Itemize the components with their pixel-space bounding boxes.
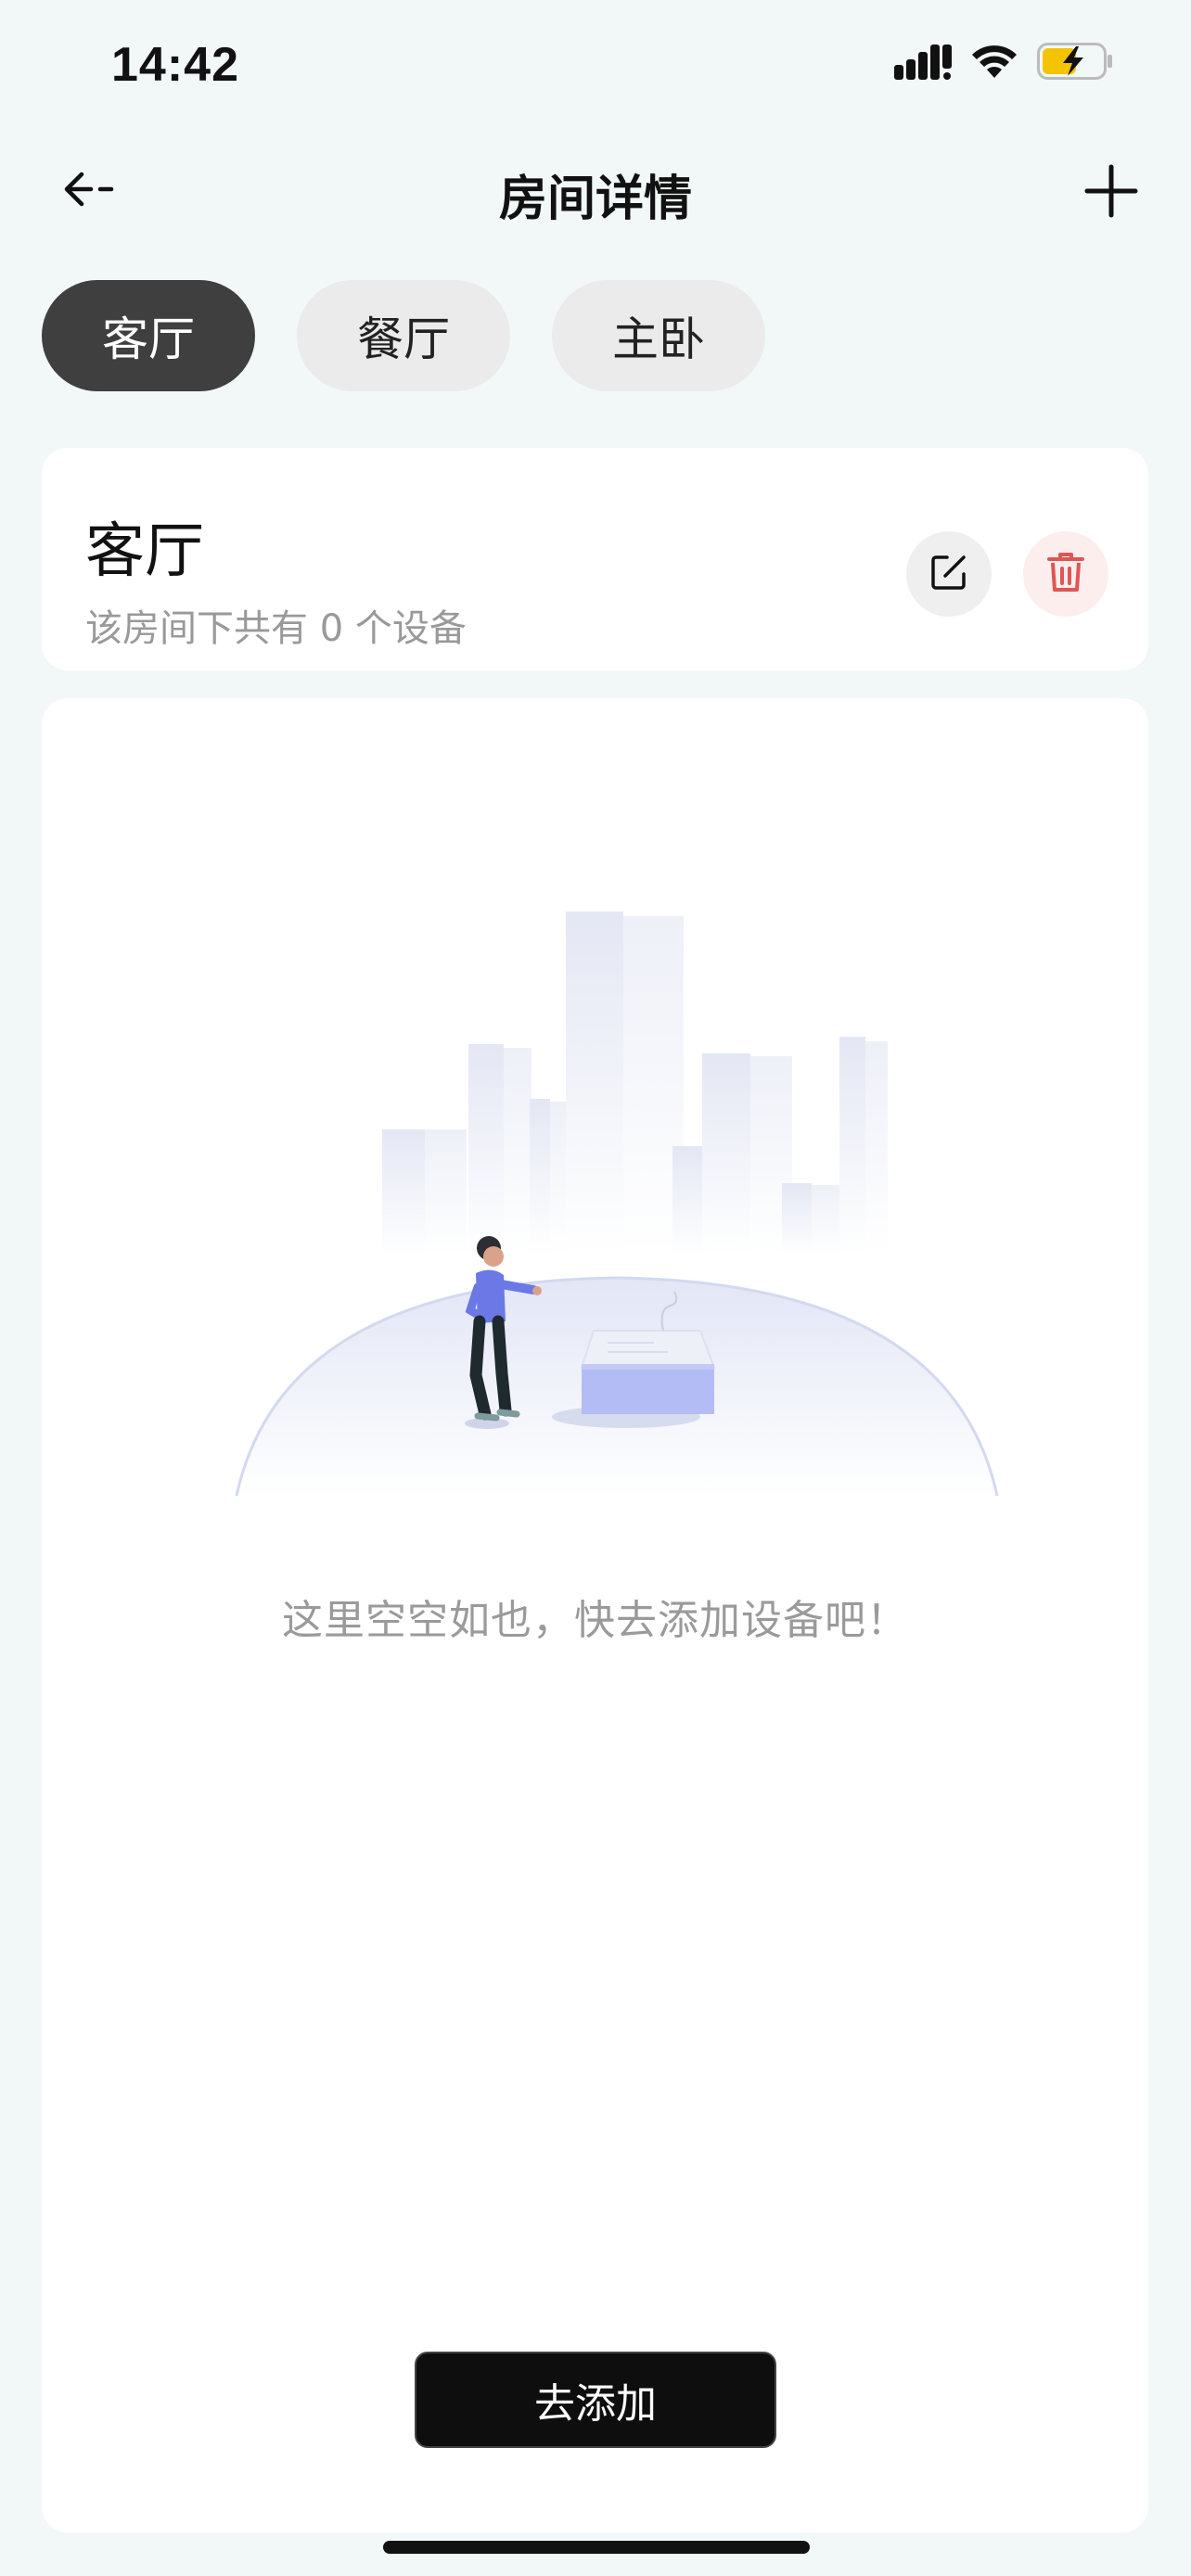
page-title: 房间详情 <box>498 172 692 227</box>
empty-state-illustration <box>227 791 1006 1255</box>
status-time: 14:42 <box>111 38 239 92</box>
tab-dining-room[interactable]: 餐厅 <box>297 280 510 391</box>
add-room-button[interactable] <box>1074 156 1148 230</box>
room-name: 客厅 <box>85 517 204 586</box>
delete-room-button[interactable] <box>1023 531 1108 617</box>
plus-icon <box>1083 163 1139 223</box>
edit-icon <box>928 552 969 596</box>
edit-room-button[interactable] <box>906 531 992 617</box>
room-tabs: 客厅 餐厅 主卧 <box>42 280 765 391</box>
signal-icon <box>894 43 952 83</box>
room-info-card: 客厅 该房间下共有 0 个设备 <box>42 448 1148 670</box>
status-bar: 14:42 <box>0 0 1191 139</box>
tab-master-bedroom[interactable]: 主卧 <box>552 280 765 391</box>
home-indicator <box>383 2541 810 2554</box>
empty-state-message: 这里空空如也，快去添加设备吧！ <box>282 1597 908 1644</box>
hill-illustration <box>227 1218 1006 1497</box>
battery-charging-icon <box>1037 43 1113 83</box>
nav-bar: 房间详情 <box>0 139 1191 246</box>
device-count-text: 该房间下共有 0 个设备 <box>85 607 467 650</box>
add-device-button[interactable]: 去添加 <box>415 2352 776 2448</box>
device-list-card: 这里空空如也，快去添加设备吧！ 去添加 <box>42 698 1148 2532</box>
tab-living-room[interactable]: 客厅 <box>42 280 255 391</box>
trash-icon <box>1045 550 1086 598</box>
wifi-icon <box>970 43 1018 83</box>
status-icons <box>894 43 1113 83</box>
